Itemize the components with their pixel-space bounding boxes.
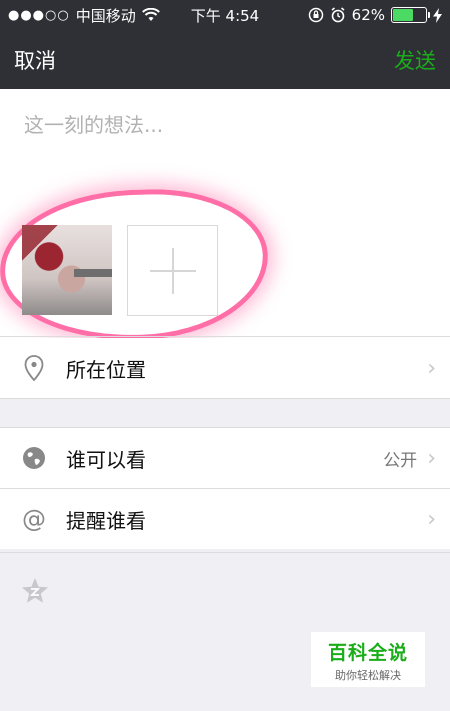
rotation-lock-icon (308, 7, 323, 23)
battery-percent: 62% (351, 6, 385, 24)
divider (0, 336, 450, 337)
star-icon[interactable] (20, 576, 50, 606)
battery-fill (393, 9, 413, 21)
send-button[interactable]: 发送 (394, 45, 436, 75)
visibility-value: 公开 (383, 450, 418, 471)
alarm-icon (331, 7, 345, 23)
location-pin-icon (20, 354, 48, 382)
status-bar: ●●●○○ 中国移动 下午 4:54 62% (0, 0, 450, 30)
watermark-logo: 百科全说 助你轻松解决 (311, 632, 425, 687)
status-right: 62% (308, 6, 442, 24)
watermark-subtitle: 助你轻松解决 (335, 669, 401, 682)
location-label: 所在位置 (66, 357, 146, 382)
chevron-right-icon: › (427, 506, 436, 532)
carrier-name: 中国移动 (75, 6, 136, 25)
thought-input[interactable]: 这一刻的想法... (24, 109, 163, 138)
battery-icon (391, 7, 430, 23)
signal-strength-icon: ●●●○○ (8, 7, 70, 23)
watermark-title: 百科全说 (327, 642, 408, 664)
remind-row[interactable]: @ 提醒谁看 › (0, 489, 450, 549)
add-photo-button[interactable] (127, 225, 218, 316)
visibility-row[interactable]: 谁可以看 公开 › (0, 428, 450, 488)
plus-icon (149, 247, 196, 294)
charging-bolt-icon (433, 7, 442, 23)
chevron-right-icon: › (427, 445, 436, 471)
chevron-right-icon: › (427, 355, 436, 381)
cancel-button[interactable]: 取消 (14, 45, 56, 75)
divider (0, 398, 450, 399)
location-row[interactable]: 所在位置 › (0, 338, 450, 398)
remind-label: 提醒谁看 (66, 508, 146, 533)
divider (0, 552, 450, 553)
status-left: ●●●○○ 中国移动 (8, 5, 160, 26)
at-sign-icon: @ (22, 505, 46, 533)
visibility-label: 谁可以看 (66, 447, 146, 472)
globe-icon (20, 444, 48, 472)
nav-bar: 取消 发送 (0, 30, 450, 89)
photo-thumbnail[interactable] (22, 225, 112, 315)
wifi-icon (141, 8, 160, 21)
